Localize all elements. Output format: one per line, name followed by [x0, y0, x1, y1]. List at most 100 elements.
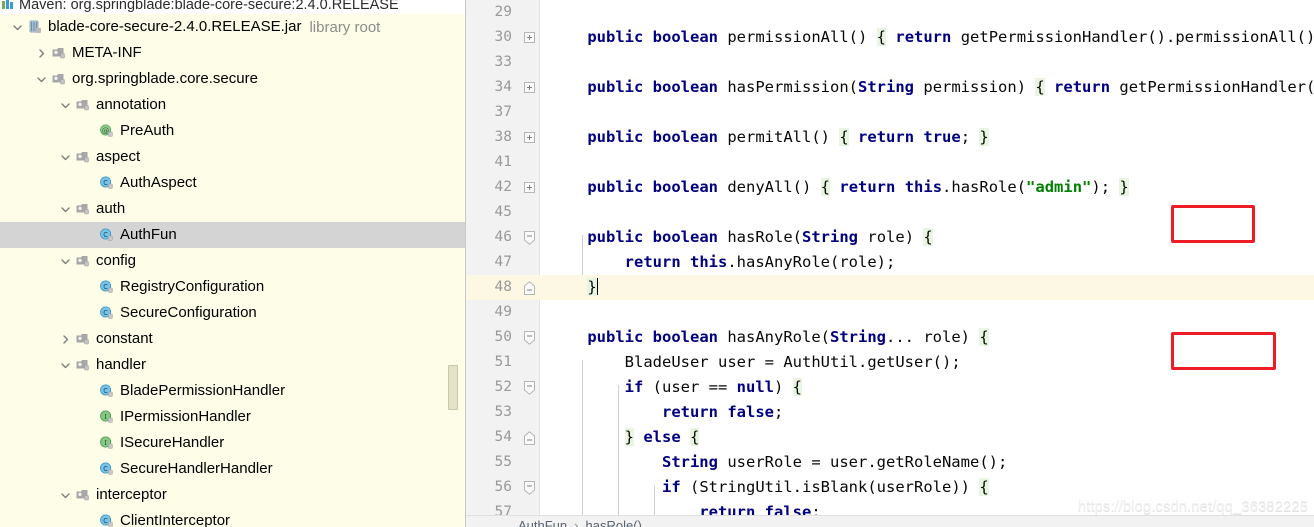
code-line-text: return false; [661, 403, 784, 421]
code-line[interactable]: 34 public boolean hasPermission(String p… [466, 75, 1314, 100]
code-line[interactable]: 46 public boolean hasRole(String role) { [466, 225, 1314, 250]
tree-item-preauth[interactable]: @ PreAuth [0, 118, 466, 144]
tree-item-ipermissionhandler[interactable]: I IPermissionHandler [0, 404, 466, 430]
tree-item-org-springblade-core-secure[interactable]: org.springblade.core.secure [0, 66, 466, 92]
tree-item-secureconfiguration[interactable]: C SecureConfiguration [0, 300, 466, 326]
chevron-down-icon[interactable] [58, 248, 73, 274]
chevron-down-icon[interactable] [58, 144, 73, 170]
tree-item-label: auth [96, 200, 126, 217]
line-number[interactable]: 29 [466, 0, 518, 25]
line-number[interactable]: 42 [466, 175, 518, 200]
chevron-right-icon[interactable] [34, 40, 49, 66]
line-number[interactable]: 34 [466, 75, 518, 100]
code-line[interactable]: 53 return false; [466, 400, 1314, 425]
line-number[interactable]: 51 [466, 350, 518, 375]
code-line[interactable]: 37 [466, 100, 1314, 125]
jar-icon [25, 14, 45, 40]
code-fold-minus-icon[interactable] [518, 325, 540, 350]
code-line[interactable]: 38 public boolean permitAll() { return t… [466, 125, 1314, 150]
line-number[interactable]: 56 [466, 475, 518, 500]
line-number[interactable]: 38 [466, 125, 518, 150]
tree-item-meta-inf[interactable]: META-INF [0, 40, 466, 66]
code-line[interactable]: 52 if (user == null) { [466, 375, 1314, 400]
line-number[interactable]: 47 [466, 250, 518, 275]
panel-divider[interactable] [465, 0, 466, 527]
line-number[interactable]: 50 [466, 325, 518, 350]
line-number[interactable]: 30 [466, 25, 518, 50]
code-line[interactable]: 33 [466, 50, 1314, 75]
code-line[interactable]: 56 if (StringUtil.isBlank(userRole)) { [466, 475, 1314, 500]
tree-item-config[interactable]: config [0, 248, 466, 274]
line-number[interactable]: 46 [466, 225, 518, 250]
chevron-down-icon[interactable] [58, 196, 73, 222]
line-number[interactable]: 41 [466, 150, 518, 175]
code-line[interactable]: 48 } [466, 275, 1314, 300]
line-number[interactable]: 48 [466, 275, 518, 300]
tree-item-handler[interactable]: handler [0, 352, 466, 378]
code-fold-plus-icon[interactable] [518, 175, 540, 200]
code-fold-minus-icon[interactable] [518, 225, 540, 250]
tree-item-auth[interactable]: auth [0, 196, 466, 222]
code-line[interactable]: 42 public boolean denyAll() { return thi… [466, 175, 1314, 200]
code-line-text: public boolean permissionAll() { return … [587, 28, 1314, 46]
tree-item-securehandlerhandler[interactable]: C SecureHandlerHandler [0, 456, 466, 482]
tree-item-constant[interactable]: constant [0, 326, 466, 352]
code-line[interactable]: 54 } else { [466, 425, 1314, 450]
class-icon: C [97, 300, 117, 326]
tree-item-isecurehandler[interactable]: I ISecureHandler [0, 430, 466, 456]
project-tree-panel[interactable]: Maven: org.springblade:blade-core-secure… [0, 0, 466, 527]
chevron-down-icon[interactable] [58, 352, 73, 378]
code-line[interactable]: 41 [466, 150, 1314, 175]
code-editor[interactable]: 29 30 public boolean permissionAll() { re… [466, 0, 1314, 527]
line-number[interactable]: 33 [466, 50, 518, 75]
code-fold-minusend-icon[interactable] [518, 275, 540, 300]
line-number[interactable]: 49 [466, 300, 518, 325]
package-icon [73, 326, 93, 352]
chevron-down-icon[interactable] [58, 482, 73, 508]
code-line[interactable]: 47 return this.hasAnyRole(role); [466, 250, 1314, 275]
chevron-right-icon[interactable] [58, 326, 73, 352]
code-fold-plus-icon[interactable] [518, 75, 540, 100]
code-fold-minus-icon[interactable] [518, 375, 540, 400]
tree-item-annotation[interactable]: annotation [0, 92, 466, 118]
code-line[interactable]: 29 [466, 0, 1314, 25]
code-line[interactable]: 51 BladeUser user = AuthUtil.getUser(); [466, 350, 1314, 375]
chevron-down-icon[interactable] [58, 92, 73, 118]
tree-item-authfun[interactable]: C AuthFun [0, 222, 466, 248]
code-line-text: if (user == null) { [624, 378, 802, 396]
tree-item-registryconfiguration[interactable]: C RegistryConfiguration [0, 274, 466, 300]
chevron-down-icon[interactable] [34, 66, 49, 92]
code-fold-minusend-icon[interactable] [518, 425, 540, 450]
tree-item-interceptor[interactable]: interceptor [0, 482, 466, 508]
line-number[interactable]: 37 [466, 100, 518, 125]
code-line[interactable]: 49 [466, 300, 1314, 325]
line-number[interactable]: 54 [466, 425, 518, 450]
line-number[interactable]: 53 [466, 400, 518, 425]
code-line[interactable]: 50 public boolean hasAnyRole(String... r… [466, 325, 1314, 350]
tree-item-authaspect[interactable]: C AuthAspect [0, 170, 466, 196]
code-line[interactable]: 45 [466, 200, 1314, 225]
breadcrumb-class[interactable]: AuthFun [518, 516, 567, 527]
code-fold-plus-icon[interactable] [518, 25, 540, 50]
interface-icon: I [97, 404, 117, 430]
code-fold-plus-icon[interactable] [518, 125, 540, 150]
code-line-text: } else { [624, 428, 700, 446]
code-line[interactable]: 55 String userRole = user.getRoleName(); [466, 450, 1314, 475]
tree-scrollbar-thumb[interactable] [448, 365, 458, 410]
line-number[interactable]: 45 [466, 200, 518, 225]
breadcrumb[interactable]: AuthFun › hasRole() [466, 515, 1314, 527]
breadcrumb-method[interactable]: hasRole() [586, 516, 642, 527]
code-fold-minus-icon[interactable] [518, 475, 540, 500]
tree-item-aspect[interactable]: aspect [0, 144, 466, 170]
tree-item-bladepermissionhandler[interactable]: C BladePermissionHandler [0, 378, 466, 404]
line-number[interactable]: 55 [466, 450, 518, 475]
tree-item-label: ISecureHandler [120, 434, 225, 451]
chevron-down-icon[interactable] [10, 14, 25, 40]
line-number[interactable]: 52 [466, 375, 518, 400]
tree-item-blade-core-secure-2-4-0-release-jar[interactable]: blade-core-secure-2.4.0.RELEASE.jar libra… [0, 14, 466, 40]
tree-item-clientinterceptor[interactable]: C ClientInterceptor [0, 508, 466, 527]
code-line[interactable]: 30 public boolean permissionAll() { retu… [466, 25, 1314, 50]
